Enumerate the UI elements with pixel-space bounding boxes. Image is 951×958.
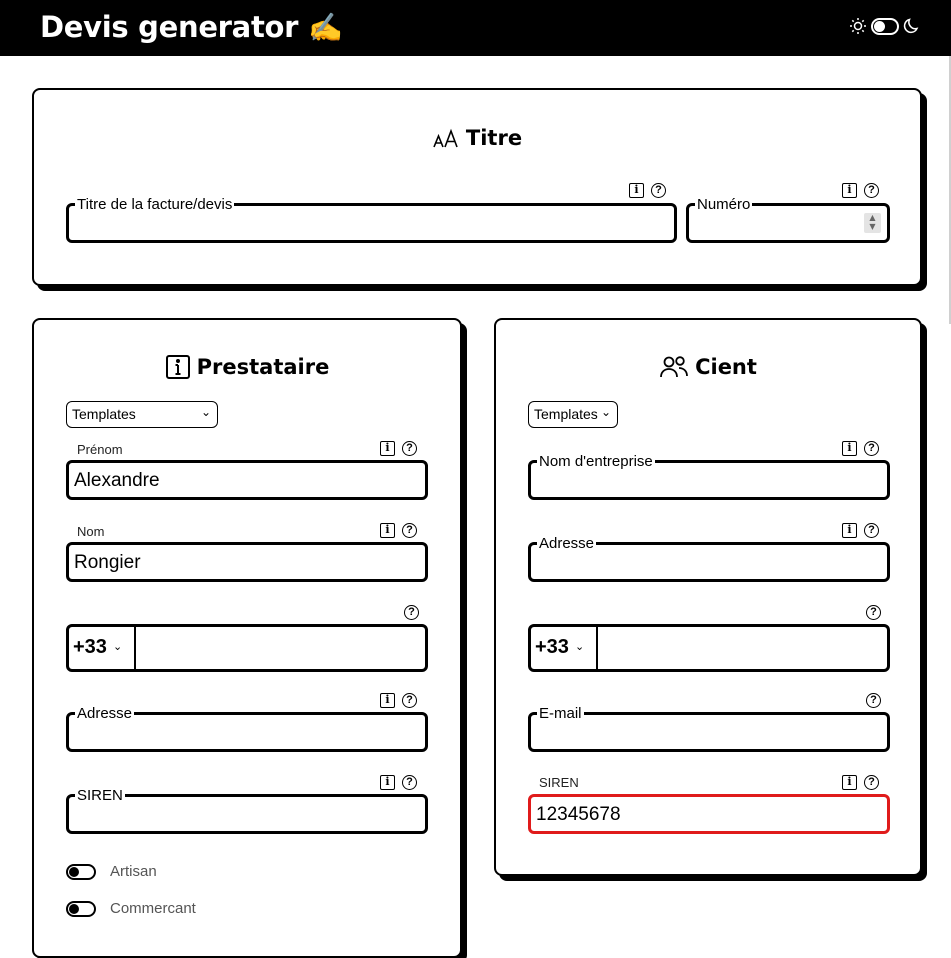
prenom-field[interactable]: Alexandre xyxy=(66,460,428,500)
help-icon[interactable]: ? xyxy=(864,775,879,790)
phone-code-value: +33 xyxy=(535,636,569,658)
templates-label: Templates xyxy=(534,406,598,422)
users-icon xyxy=(660,356,688,378)
titre-heading-text: Titre xyxy=(465,126,523,150)
moon-icon xyxy=(903,18,919,34)
writing-hand-icon: ✍️ xyxy=(307,11,343,44)
prenom-label: Prénom xyxy=(77,442,123,457)
prenom-value: Alexandre xyxy=(74,470,160,491)
prestataire-heading-text: Prestataire xyxy=(196,355,330,379)
client-phone-icons: ? xyxy=(866,605,881,620)
client-siren-field[interactable]: 12345678 xyxy=(528,794,890,834)
info-icon[interactable]: i xyxy=(380,441,395,456)
chevron-down-icon: ⌄ xyxy=(600,405,611,419)
titre-field-label: Titre de la facture/devis xyxy=(75,196,235,214)
nom-icons: i ? xyxy=(380,523,417,538)
prestataire-templates-select[interactable]: Templates ⌄ xyxy=(66,401,218,428)
info-icon[interactable]: i xyxy=(842,523,857,538)
help-icon[interactable]: ? xyxy=(402,441,417,456)
prestataire-card: Prestataire Templates ⌄ Prénom i ? Alexa… xyxy=(32,318,462,958)
numero-field[interactable]: Numéro ▲ ▼ xyxy=(686,196,890,243)
siren-label: SIREN xyxy=(75,787,125,805)
client-adresse-icons: i ? xyxy=(842,523,879,538)
email-field[interactable]: E-mail xyxy=(528,705,890,752)
help-icon[interactable]: ? xyxy=(402,775,417,790)
phone-icons: ? xyxy=(404,605,419,620)
number-spinner[interactable]: ▲ ▼ xyxy=(864,213,881,233)
numero-field-label: Numéro xyxy=(695,196,753,214)
client-adresse-label: Adresse xyxy=(537,535,597,553)
help-icon[interactable]: ? xyxy=(402,693,417,708)
siren-field[interactable]: SIREN xyxy=(66,787,428,834)
help-icon[interactable]: ? xyxy=(864,441,879,456)
phone-country-select[interactable]: +33 ⌄ xyxy=(69,627,136,669)
templates-label: Templates xyxy=(72,406,136,422)
client-phone-field[interactable]: +33 ⌄ xyxy=(528,624,890,672)
entreprise-field[interactable]: Nom d'entreprise xyxy=(528,453,890,500)
numero-field-icons: i ? xyxy=(842,183,879,198)
artisan-switch-row[interactable]: Artisan xyxy=(66,863,157,880)
info-icon[interactable]: i xyxy=(842,441,857,456)
info-icon[interactable]: i xyxy=(380,775,395,790)
client-templates-select[interactable]: Templates ⌄ xyxy=(528,401,618,428)
artisan-switch[interactable] xyxy=(66,863,96,880)
client-card: Cient Templates ⌄ i ? Nom d'entreprise i… xyxy=(494,318,922,876)
app-title-text: Devis generator xyxy=(40,10,299,44)
titre-heading: Titre xyxy=(34,126,920,150)
phone-field[interactable]: +33 ⌄ xyxy=(66,624,428,672)
app-header: Devis generator ✍️ xyxy=(0,0,951,56)
help-icon[interactable]: ? xyxy=(866,605,881,620)
artisan-label: Artisan xyxy=(110,863,157,880)
siren-icons: i ? xyxy=(380,775,417,790)
entreprise-label: Nom d'entreprise xyxy=(537,453,655,471)
help-icon[interactable]: ? xyxy=(402,523,417,538)
entreprise-icons: i ? xyxy=(842,441,879,456)
info-icon[interactable]: i xyxy=(629,183,644,198)
font-size-icon xyxy=(433,128,458,148)
email-icons: ? xyxy=(866,693,881,708)
theme-switch[interactable] xyxy=(849,17,921,35)
info-square-icon xyxy=(165,355,190,379)
prenom-icons: i ? xyxy=(380,441,417,456)
adresse-icons: i ? xyxy=(380,693,417,708)
client-siren-icons: i ? xyxy=(842,775,879,790)
prestataire-heading: Prestataire xyxy=(34,354,460,380)
client-adresse-field[interactable]: Adresse xyxy=(528,535,890,582)
help-icon[interactable]: ? xyxy=(864,183,879,198)
email-label: E-mail xyxy=(537,705,584,723)
client-heading-text: Cient xyxy=(695,355,757,379)
chevron-down-icon: ⌄ xyxy=(112,641,123,653)
help-icon[interactable]: ? xyxy=(651,183,666,198)
commercant-label: Commercant xyxy=(110,900,196,917)
titre-card: Titre i ? Titre de la facture/devis i ? … xyxy=(32,88,922,286)
help-icon[interactable]: ? xyxy=(404,605,419,620)
phone-country-select[interactable]: +33 ⌄ xyxy=(531,627,598,669)
info-icon[interactable]: i xyxy=(380,523,395,538)
help-icon[interactable]: ? xyxy=(866,693,881,708)
info-icon[interactable]: i xyxy=(842,183,857,198)
client-siren-value: 12345678 xyxy=(536,804,621,825)
phone-code-value: +33 xyxy=(73,636,107,658)
help-icon[interactable]: ? xyxy=(864,523,879,538)
commercant-switch[interactable] xyxy=(66,900,96,917)
nom-label: Nom xyxy=(77,524,105,539)
nom-value: Rongier xyxy=(74,552,141,573)
commercant-switch-row[interactable]: Commercant xyxy=(66,900,196,917)
titre-field[interactable]: Titre de la facture/devis xyxy=(66,196,677,243)
client-siren-label: SIREN xyxy=(539,775,579,790)
adresse-field[interactable]: Adresse xyxy=(66,705,428,752)
titre-field-icons: i ? xyxy=(629,183,666,198)
app-title: Devis generator ✍️ xyxy=(40,10,343,44)
chevron-down-icon: ⌄ xyxy=(574,641,585,653)
info-icon[interactable]: i xyxy=(842,775,857,790)
client-heading: Cient xyxy=(496,354,920,380)
nom-field[interactable]: Rongier xyxy=(66,542,428,582)
chevron-down-icon: ⌄ xyxy=(200,405,211,419)
theme-toggle[interactable] xyxy=(871,17,899,35)
sun-icon xyxy=(850,18,866,34)
info-icon[interactable]: i xyxy=(380,693,395,708)
adresse-label: Adresse xyxy=(75,705,135,723)
